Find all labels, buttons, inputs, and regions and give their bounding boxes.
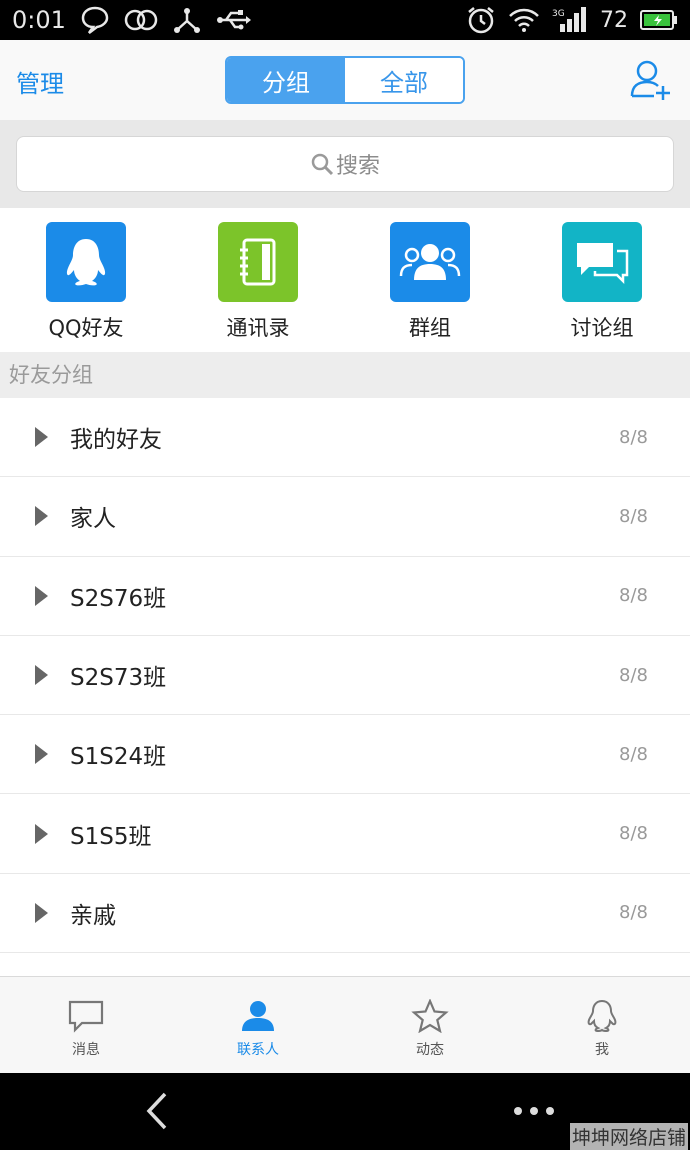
chat-bubble-icon [81,6,109,34]
status-bar: 0:01 3G 72 [0,0,690,40]
expand-arrow-icon [35,506,48,527]
search-placeholder: 搜索 [335,154,380,179]
circles-icon [124,9,158,31]
qq-friends-entry[interactable]: QQ好友 [0,222,172,342]
group-count: 8/8 [619,664,648,686]
svg-text:3G: 3G [552,9,565,19]
list-item[interactable]: S1S5班 8/8 [0,794,690,874]
groups-entry[interactable]: 群组 [344,222,516,342]
discussion-entry[interactable]: 讨论组 [516,222,688,342]
list-item[interactable]: S2S73班 8/8 [0,636,690,716]
group-count: 8/8 [619,585,648,607]
group-name: 家人 [70,506,116,533]
penguin-outline-icon [587,999,617,1033]
tether-icon [173,8,200,33]
segment-control: 分组 全部 [225,56,465,104]
group-count: 8/8 [619,505,648,527]
tab-contacts-label: 联系人 [237,1042,279,1058]
section-title: 好友分组 [0,352,690,398]
friend-group-list: 我的好友 8/8 家人 8/8 S2S76班 8/8 S2S73班 8/8 S1… [0,398,690,976]
list-item[interactable]: S1S24班 8/8 [0,715,690,795]
list-item[interactable]: 亲戚 8/8 [0,874,690,954]
watermark: 坤坤网络店铺 [569,1123,688,1150]
group-name: S1S24班 [70,744,167,771]
groups-label: 群组 [409,316,451,340]
group-name: S2S73班 [70,665,167,692]
expand-arrow-icon [35,902,48,923]
group-count: 8/8 [619,823,648,845]
group-name: 亲戚 [70,902,116,929]
discussion-icon [562,222,642,302]
discussion-label: 讨论组 [570,316,634,340]
expand-arrow-icon [35,823,48,844]
expand-arrow-icon [35,665,48,686]
alarm-icon [468,7,494,34]
more-icon[interactable] [512,1105,556,1117]
address-book-icon [218,222,298,302]
tab-messages[interactable]: 消息 [0,977,172,1074]
message-icon [68,1000,104,1033]
battery-charging-icon [640,10,677,30]
wifi-icon [509,8,539,32]
tab-feed-label: 动态 [416,1042,444,1058]
quick-entries: QQ好友 通讯录 群组 讨论组 [0,208,690,352]
tab-messages-label: 消息 [72,1042,100,1058]
tab-groups[interactable]: 分组 [227,58,345,102]
group-count: 8/8 [619,902,648,924]
expand-arrow-icon [35,427,48,448]
search-icon [311,153,334,176]
address-book-label: 通讯录 [226,316,290,340]
search-input[interactable]: 搜索 [16,136,674,192]
expand-arrow-icon [35,585,48,606]
group-icon [390,222,470,302]
list-item[interactable]: 家人 8/8 [0,477,690,557]
contacts-icon [242,1001,274,1031]
group-count: 8/8 [619,743,648,765]
back-icon[interactable] [144,1091,170,1131]
status-time: 0:01 [12,6,66,34]
star-icon [411,998,449,1034]
tab-contacts[interactable]: 联系人 [172,977,344,1074]
penguin-icon [46,222,126,302]
tab-feed[interactable]: 动态 [344,977,516,1074]
list-item[interactable]: 我的好友 8/8 [0,398,690,478]
group-count: 8/8 [619,426,648,448]
system-nav-bar: 坤坤网络店铺 [0,1073,690,1150]
list-item[interactable]: S2S76班 8/8 [0,557,690,636]
group-name: S1S5班 [70,823,152,850]
tab-me[interactable]: 我 [516,977,688,1074]
address-book-entry[interactable]: 通讯录 [172,222,344,342]
usb-icon [216,10,251,30]
battery-level: 72 [600,7,628,33]
signal-3g-icon: 3G [552,7,586,32]
qq-friends-label: QQ好友 [48,316,124,340]
group-name: S2S76班 [70,585,167,612]
expand-arrow-icon [35,744,48,765]
tab-me-label: 我 [595,1042,609,1058]
search-bar: 搜索 [0,120,690,208]
tab-all[interactable]: 全部 [345,58,463,102]
bottom-tab-bar: 消息 联系人 动态 我 [0,976,690,1073]
manage-button[interactable]: 管理 [16,64,64,99]
group-name: 我的好友 [70,427,162,454]
header: 管理 分组 全部 [0,40,690,120]
add-friend-icon[interactable] [628,58,672,102]
